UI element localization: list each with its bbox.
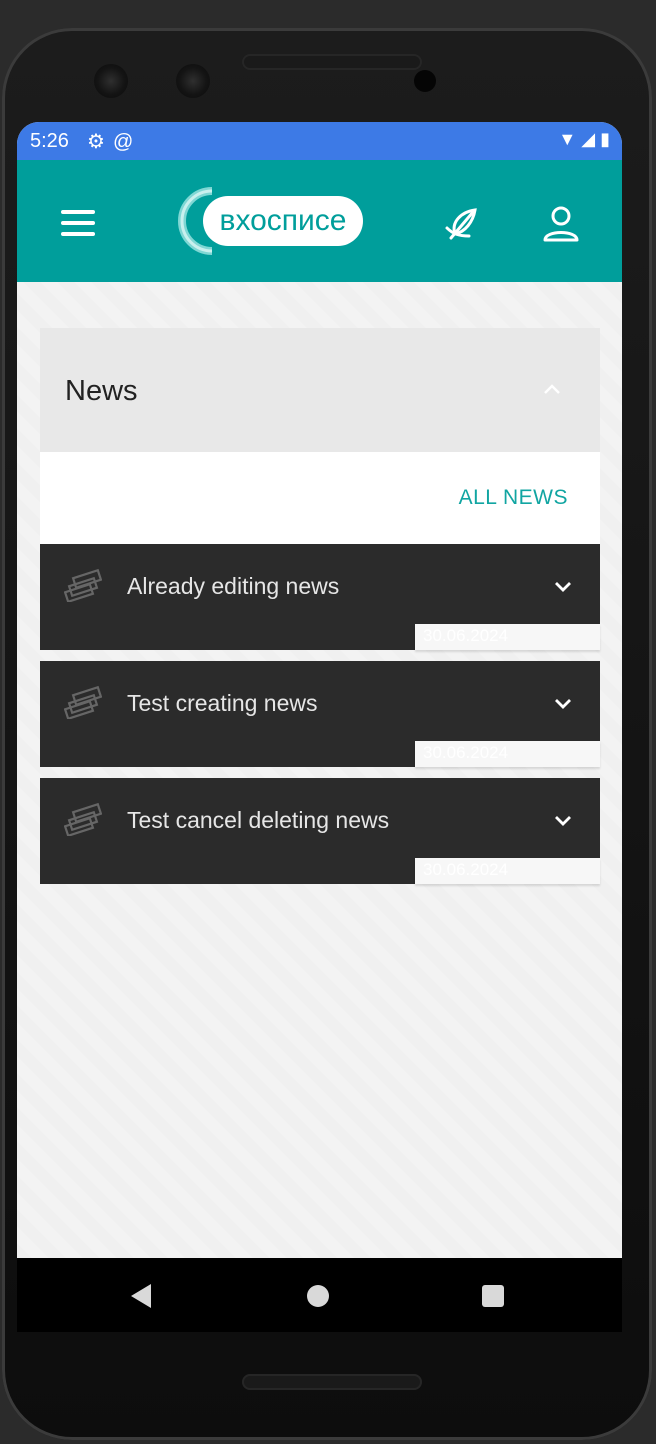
- news-item-date-box: 30.06.2024: [415, 624, 600, 650]
- status-bar: 5:26 ⚙@ ▼ ◢ ▮: [17, 122, 622, 160]
- news-item-footer: [40, 858, 415, 884]
- profile-icon: [543, 206, 579, 242]
- home-icon[interactable]: [307, 1285, 329, 1307]
- chevron-down-icon[interactable]: [554, 698, 572, 710]
- news-item[interactable]: Already editing news 30.06.2024: [40, 544, 600, 650]
- news-item-footer: [40, 624, 415, 650]
- battery-icon: ▮: [600, 129, 610, 149]
- menu-button[interactable]: [57, 206, 97, 240]
- news-item[interactable]: Test cancel deleting news 30.06.2024: [40, 778, 600, 884]
- system-nav-bar: [17, 1258, 622, 1332]
- news-item-date: 30.06.2024: [423, 743, 509, 762]
- money-stack-icon: [64, 568, 102, 602]
- feather-icon: [445, 208, 477, 240]
- chevron-up-icon[interactable]: [544, 384, 560, 394]
- status-left-icons: ⚙@: [87, 129, 141, 154]
- news-item[interactable]: Test creating news 30.06.2024: [40, 661, 600, 767]
- all-news-link[interactable]: ALL NEWS: [459, 486, 568, 510]
- wifi-icon: ▼: [558, 129, 577, 149]
- news-item-date-box: 30.06.2024: [415, 858, 600, 884]
- front-camera-icon: [94, 64, 128, 98]
- news-card: News ALL NEWS Already editing news 30.06…: [40, 328, 600, 895]
- content-area: News ALL NEWS Already editing news 30.06…: [17, 282, 622, 1260]
- feather-button[interactable]: [443, 204, 483, 244]
- news-item-header: Test creating news: [40, 661, 600, 741]
- bottom-speaker: [242, 1374, 422, 1390]
- news-title: News: [65, 375, 138, 407]
- recents-icon[interactable]: [482, 1285, 504, 1307]
- news-actions: ALL NEWS: [40, 452, 600, 544]
- logo-text: вхосписе: [203, 196, 363, 246]
- news-item-title: Test creating news: [127, 690, 318, 716]
- status-right-icons: ▼ ◢ ▮: [558, 129, 610, 150]
- menu-icon: [61, 221, 95, 225]
- back-icon[interactable]: [131, 1284, 151, 1308]
- device-frame: 5:26 ⚙@ ▼ ◢ ▮ вхосписе News ALL NEWS Alr…: [0, 0, 656, 1444]
- news-item-date: 30.06.2024: [423, 860, 509, 879]
- chevron-down-icon[interactable]: [554, 815, 572, 827]
- menu-icon: [61, 232, 95, 236]
- settings-icon: ⚙: [87, 131, 113, 153]
- money-stack-icon: [64, 685, 102, 719]
- app-logo[interactable]: вхосписе: [177, 186, 367, 260]
- money-stack-icon: [64, 802, 102, 836]
- top-speaker: [242, 54, 422, 70]
- status-time: 5:26: [30, 130, 69, 152]
- profile-button[interactable]: [541, 204, 581, 244]
- front-camera-icon: [176, 64, 210, 98]
- proximity-sensor: [414, 70, 436, 92]
- news-item-header: Test cancel deleting news: [40, 778, 600, 858]
- menu-icon: [61, 210, 95, 214]
- at-sign-icon: @: [112, 131, 142, 153]
- news-item-header: Already editing news: [40, 544, 600, 624]
- news-header[interactable]: News: [40, 328, 600, 452]
- news-item-date-box: 30.06.2024: [415, 741, 600, 767]
- chevron-down-icon[interactable]: [554, 581, 572, 593]
- news-item-footer: [40, 741, 415, 767]
- app-bar: вхосписе: [17, 160, 622, 282]
- news-item-date: 30.06.2024: [423, 626, 509, 645]
- screen: 5:26 ⚙@ ▼ ◢ ▮ вхосписе News ALL NEWS Alr…: [17, 122, 622, 1332]
- news-item-title: Already editing news: [127, 573, 340, 599]
- news-item-title: Test cancel deleting news: [127, 807, 390, 833]
- signal-icon: ◢: [581, 129, 596, 149]
